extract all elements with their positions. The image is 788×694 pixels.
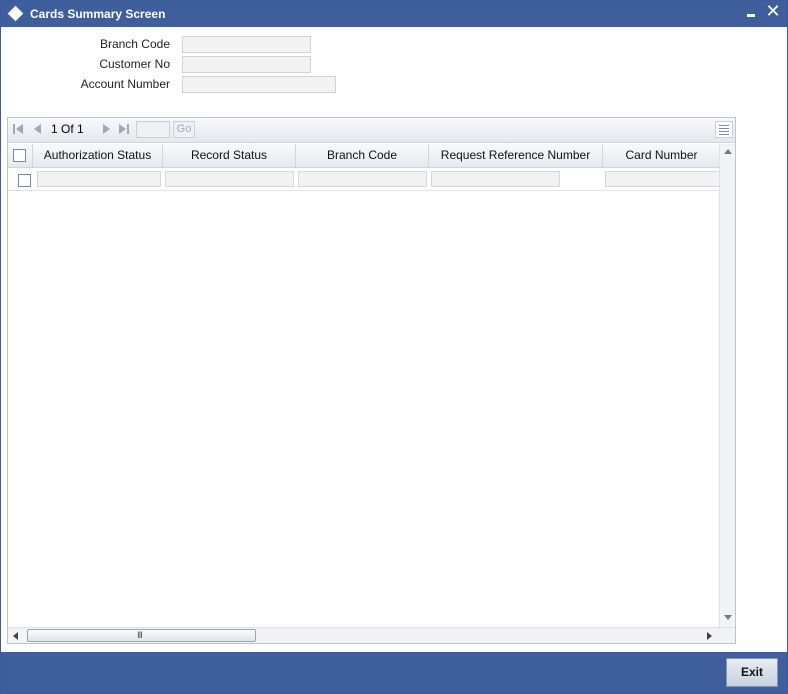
row-card-number-input[interactable] <box>605 171 720 187</box>
row-record-status-input[interactable] <box>165 171 294 187</box>
go-button[interactable]: Go <box>173 121 195 138</box>
window-title: Cards Summary Screen <box>30 7 166 21</box>
row-branch-code-input[interactable] <box>298 171 427 187</box>
exit-button[interactable]: Exit <box>726 658 778 687</box>
account-number-field[interactable] <box>182 76 336 93</box>
pager-toolbar: 1 Of 1 Go <box>8 118 735 143</box>
row-request-reference-number-input[interactable] <box>431 171 560 187</box>
horizontal-scroll-thumb[interactable]: III <box>27 629 256 642</box>
close-icon[interactable]: ✕ <box>765 3 781 21</box>
vertical-scrollbar[interactable] <box>719 144 735 627</box>
column-header-branch-code[interactable]: Branch Code <box>296 144 429 168</box>
column-header-authorization-status[interactable]: Authorization Status <box>33 144 163 168</box>
select-all-cell <box>8 144 33 168</box>
next-page-icon[interactable] <box>100 122 112 136</box>
last-page-icon[interactable] <box>118 122 130 136</box>
account-number-label: Account Number <box>80 77 170 91</box>
scroll-left-icon[interactable] <box>13 632 18 640</box>
page-indicator: 1 Of 1 <box>51 122 84 136</box>
page-number-input[interactable] <box>136 121 170 138</box>
row-checkbox[interactable] <box>18 174 31 187</box>
branch-code-field[interactable] <box>182 36 311 53</box>
scroll-right-icon[interactable] <box>707 632 712 640</box>
minimize-icon[interactable] <box>745 6 759 20</box>
scroll-up-icon[interactable] <box>724 149 732 154</box>
branch-code-label: Branch Code <box>99 37 170 51</box>
horizontal-scrollbar[interactable]: III <box>8 627 735 643</box>
column-header-card-number[interactable]: Card Number <box>603 144 720 168</box>
prev-page-icon[interactable] <box>32 122 44 136</box>
title-bar[interactable]: Cards Summary Screen ✕ <box>1 1 787 27</box>
customer-no-label: Customer No <box>99 57 170 71</box>
table-row <box>8 169 720 191</box>
grid-header: Authorization Status Record Status Branc… <box>8 144 720 168</box>
grid-menu-icon[interactable] <box>715 121 733 138</box>
results-grid: 1 Of 1 Go Authorization Status Record St… <box>7 117 736 644</box>
scroll-down-icon[interactable] <box>724 615 732 620</box>
customer-no-field[interactable] <box>182 56 311 73</box>
cards-summary-window: Cards Summary Screen ✕ Branch Code Custo… <box>0 0 788 694</box>
row-authorization-status-input[interactable] <box>37 171 161 187</box>
grip-icon: III <box>137 631 143 641</box>
select-all-checkbox[interactable] <box>13 149 26 162</box>
column-header-record-status[interactable]: Record Status <box>163 144 296 168</box>
footer-bar: Exit <box>1 652 787 693</box>
column-header-request-reference-number[interactable]: Request Reference Number <box>429 144 603 168</box>
diamond-icon <box>7 5 24 22</box>
first-page-icon[interactable] <box>12 122 24 136</box>
